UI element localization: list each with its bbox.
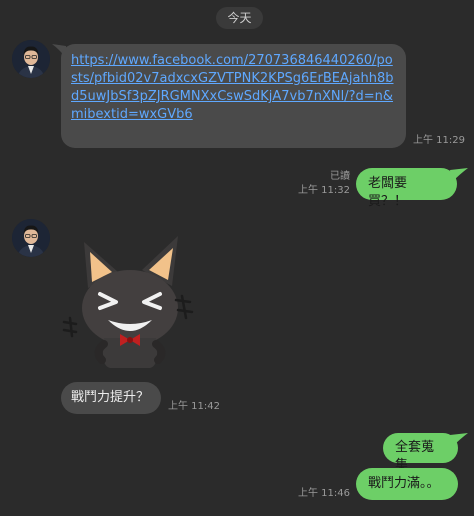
bubble-tail [450, 168, 468, 182]
link-message-bubble[interactable]: https://www.facebook.com/270736846440260… [61, 44, 406, 148]
bubble-tail [450, 433, 468, 447]
outgoing-message-bubble[interactable]: 戰鬥力滿。。 [356, 468, 458, 500]
outgoing-message-bubble[interactable]: 老闆要買？！ [356, 168, 457, 209]
read-receipt: 已讀 [330, 171, 350, 182]
message-time: 上午 11:46 [298, 488, 350, 499]
date-divider: 今天 [216, 7, 263, 29]
message-time: 上午 11:29 [413, 135, 465, 146]
avatar[interactable] [12, 219, 50, 257]
cat-sticker[interactable] [60, 226, 200, 376]
message-time: 上午 11:32 [298, 185, 350, 196]
message-time: 上午 11:42 [168, 401, 220, 412]
incoming-message-bubble[interactable]: 戰鬥力提升？ [61, 382, 161, 414]
outgoing-message-bubble[interactable]: 全套蒐集 [383, 433, 458, 473]
avatar[interactable] [12, 40, 50, 78]
shared-link[interactable]: https://www.facebook.com/270736846440260… [71, 52, 396, 124]
